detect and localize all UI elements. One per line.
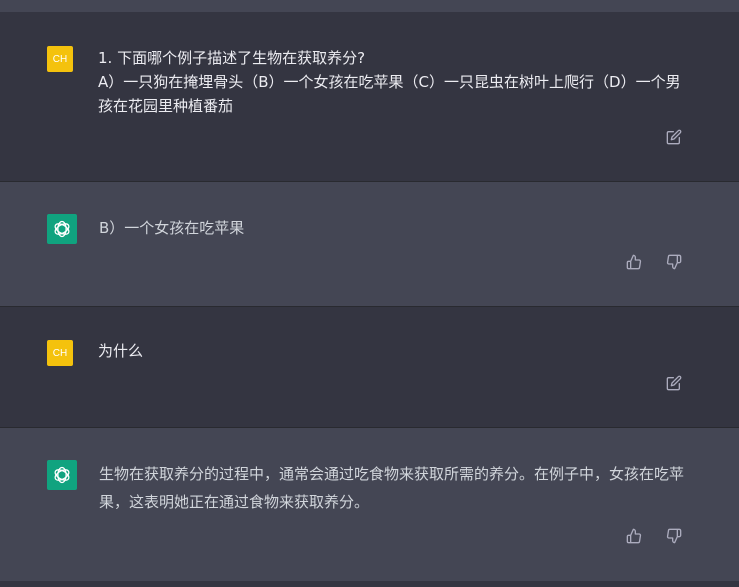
thumbs-up-button[interactable] [624,252,644,272]
edit-icon [666,375,682,391]
thumbs-up-button[interactable] [624,526,644,546]
edit-button[interactable] [664,373,684,393]
chat-page: CH 1. 下面哪个例子描述了生物在获取养分? A）一只狗在掩埋骨头（B）一个女… [0,0,739,587]
user-avatar-label: CH [52,347,68,359]
assistant-avatar [47,214,77,244]
next-message-strip [0,581,739,587]
thumbs-down-button[interactable] [664,252,684,272]
thumbs-down-button[interactable] [664,526,684,546]
openai-logo-icon [54,220,70,238]
assistant-message-text: B）一个女孩在吃苹果 [99,219,245,237]
user-avatar-label: CH [52,53,68,65]
user-avatar: CH [47,340,73,366]
edit-icon [666,129,682,145]
assistant-message: 生物在获取养分的过程中，通常会通过吃食物来获取所需的养分。在例子中，女孩在吃苹果… [0,428,739,581]
previous-message-strip [0,0,739,12]
thumbs-up-icon [626,528,642,544]
assistant-message: B）一个女孩在吃苹果 [0,182,739,306]
user-message: CH 1. 下面哪个例子描述了生物在获取养分? A）一只狗在掩埋骨头（B）一个女… [0,12,739,181]
user-avatar: CH [47,46,73,72]
thumbs-down-icon [666,528,682,544]
openai-logo-icon [54,466,70,484]
user-message: CH 为什么 [0,307,739,427]
edit-button[interactable] [664,127,684,147]
user-message-text: 1. 下面哪个例子描述了生物在获取养分? A）一只狗在掩埋骨头（B）一个女孩在吃… [98,49,681,115]
thumbs-down-icon [666,254,682,270]
assistant-avatar [47,460,77,490]
user-message-text: 为什么 [98,342,144,360]
assistant-message-text: 生物在获取养分的过程中，通常会通过吃食物来获取所需的养分。在例子中，女孩在吃苹果… [99,465,685,511]
thumbs-up-icon [626,254,642,270]
